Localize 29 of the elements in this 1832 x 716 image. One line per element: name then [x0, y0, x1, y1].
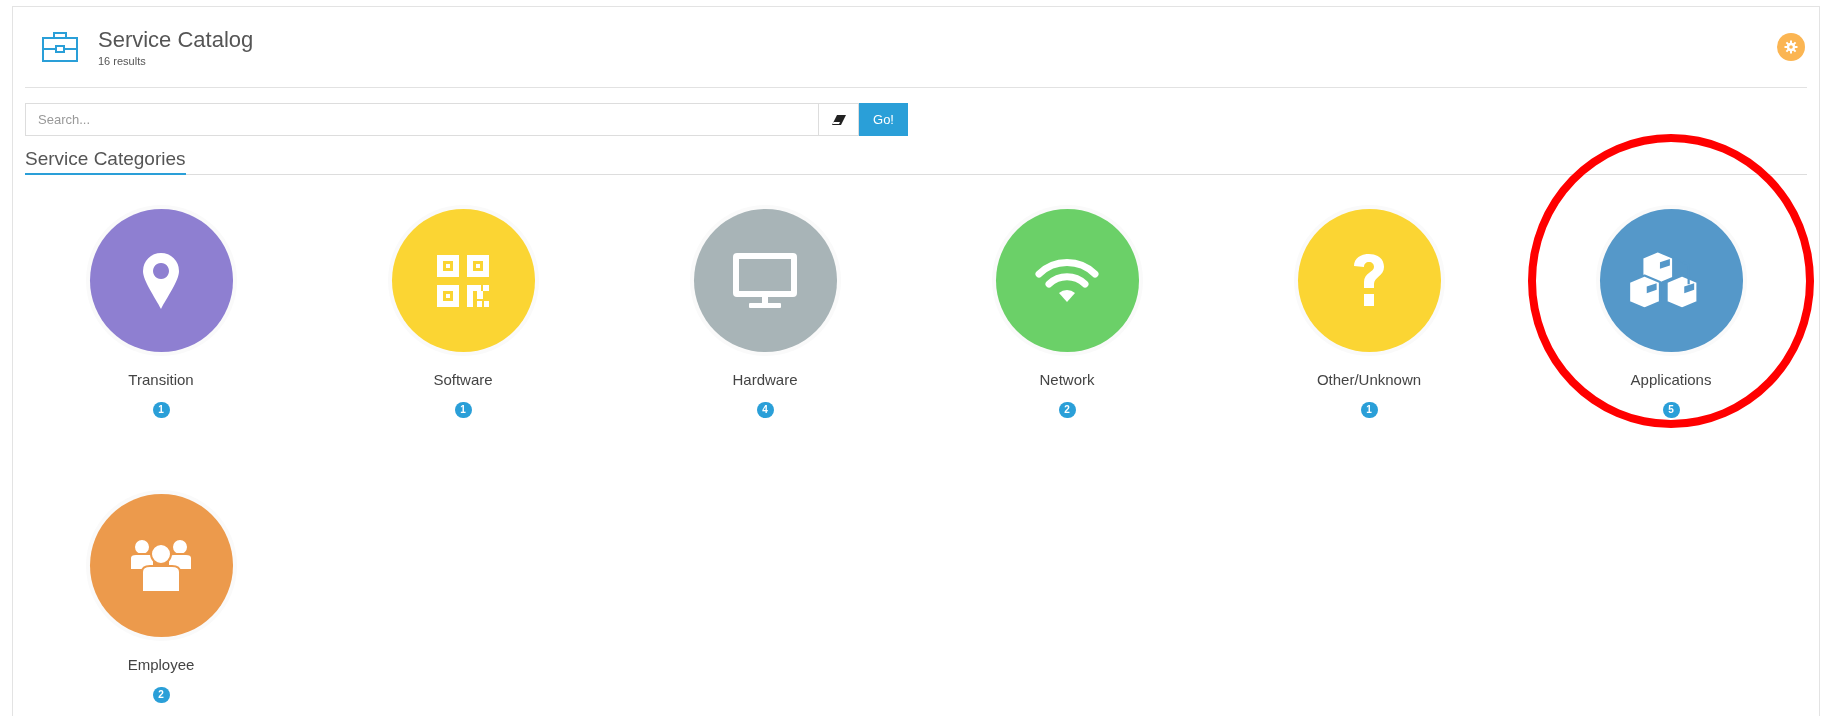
- settings-icon: [1784, 40, 1798, 54]
- page-title: Service Catalog: [98, 27, 255, 53]
- eraser-icon: [831, 114, 846, 125]
- results-count: 16 results: [98, 55, 147, 67]
- section-title: Service Categories: [25, 148, 186, 175]
- count-badge: 1: [454, 402, 472, 418]
- briefcase-icon: [42, 32, 78, 62]
- qr-code-icon: [437, 254, 489, 307]
- count-badge: 2: [152, 687, 170, 703]
- category-name[interactable]: Hardware: [732, 371, 798, 388]
- category-name[interactable]: Transition: [128, 371, 194, 388]
- monitor-icon: [733, 252, 797, 309]
- count-badge: 4: [756, 402, 774, 418]
- clear-button[interactable]: [819, 103, 859, 136]
- map-pin-icon: [143, 252, 179, 309]
- category-name[interactable]: Software: [433, 371, 493, 388]
- count-badge: 5: [1662, 402, 1680, 418]
- count-badge: 1: [152, 402, 170, 418]
- settings-button[interactable]: [1777, 33, 1805, 61]
- count-badge: 2: [1058, 402, 1076, 418]
- category-name[interactable]: Other/Unknown: [1316, 371, 1422, 388]
- question-mark-icon: [1354, 253, 1384, 308]
- category-name[interactable]: Employee: [127, 656, 195, 673]
- category-name[interactable]: Network: [1039, 371, 1095, 388]
- count-badge: 1: [1360, 402, 1378, 418]
- wifi-icon: [1035, 257, 1099, 304]
- group-of-people-icon: [128, 537, 194, 594]
- search-field[interactable]: Search...: [25, 103, 819, 136]
- category-name[interactable]: Applications: [1630, 371, 1712, 388]
